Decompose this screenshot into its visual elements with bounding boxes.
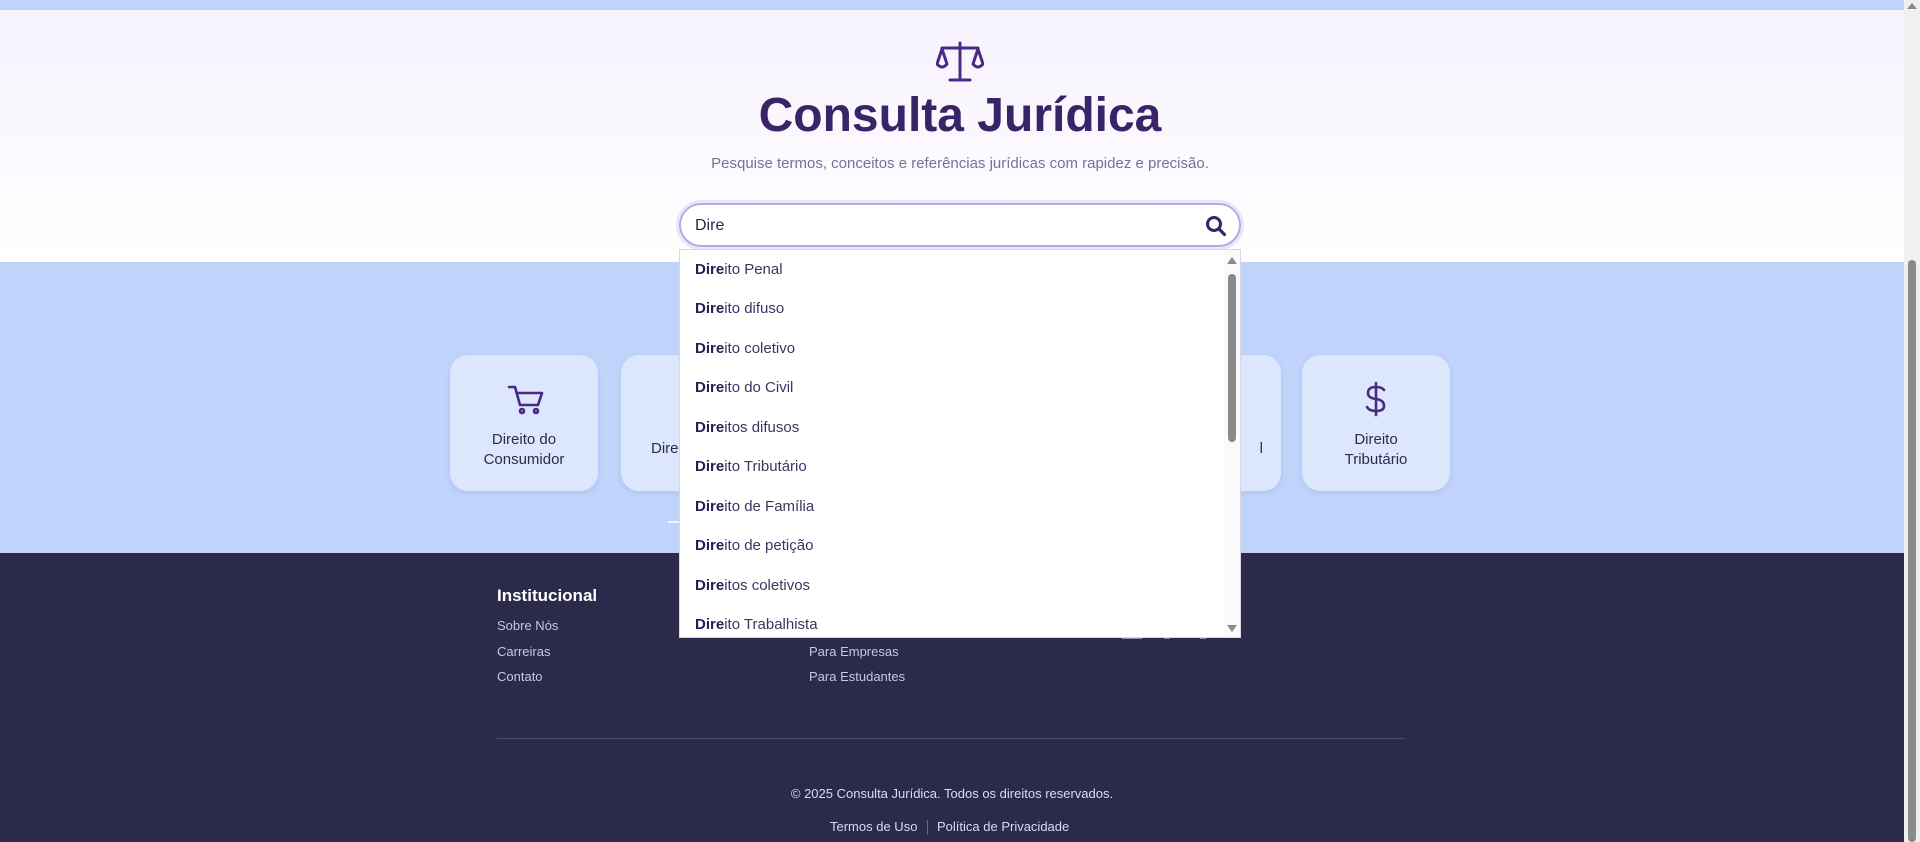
dollar-sign-icon bbox=[1365, 381, 1386, 417]
autocomplete-dropdown[interactable]: Direito Penal Direito difuso Direito col… bbox=[679, 249, 1241, 638]
suggestion-item[interactable]: Direito Trabalhista bbox=[695, 616, 818, 637]
scroll-up-arrow-icon[interactable] bbox=[1226, 255, 1238, 265]
privacy-link[interactable]: Política de Privacidade bbox=[937, 819, 1069, 834]
scroll-down-arrow-icon[interactable] bbox=[1226, 624, 1238, 634]
suggestion-item[interactable]: Direito difuso bbox=[695, 300, 784, 322]
page-scroll-thumb[interactable] bbox=[1908, 260, 1916, 842]
category-label: Direito Tributário bbox=[1344, 431, 1408, 468]
footer-link-para-empresas[interactable]: Para Empresas bbox=[809, 644, 899, 659]
terms-link[interactable]: Termos de Uso bbox=[830, 819, 917, 834]
footer-link-sobre-nos[interactable]: Sobre Nós bbox=[497, 618, 558, 633]
search-input[interactable] bbox=[695, 214, 1175, 238]
category-label: Direito do Consumidor bbox=[483, 431, 565, 468]
footer-institucional-title: Institucional bbox=[497, 586, 598, 605]
suggestion-item[interactable]: Direito de petição bbox=[695, 537, 813, 559]
category-card-consumidor[interactable]: Direito do Consumidor bbox=[450, 355, 598, 491]
suggestion-item[interactable]: Direito coletivo bbox=[695, 340, 795, 362]
footer-divider bbox=[497, 738, 1405, 739]
copyright-text: © 2025 Consulta Jurídica. Todos os direi… bbox=[790, 786, 1114, 801]
footer-link-contato[interactable]: Contato bbox=[497, 669, 543, 684]
top-strip bbox=[0, 0, 1904, 10]
scales-of-justice-icon bbox=[936, 41, 984, 82]
page-scrollbar[interactable] bbox=[1904, 0, 1920, 842]
shopping-cart-icon bbox=[507, 385, 544, 415]
category-card-tributario[interactable]: Direito Tributário bbox=[1302, 355, 1450, 491]
footer-link-carreiras[interactable]: Carreiras bbox=[497, 644, 550, 659]
search-box[interactable] bbox=[679, 203, 1241, 247]
legal-separator bbox=[927, 820, 928, 835]
dropdown-scroll-thumb[interactable] bbox=[1228, 274, 1236, 442]
footer-link-para-estudantes[interactable]: Para Estudantes bbox=[809, 669, 905, 684]
dropdown-scrollbar[interactable] bbox=[1224, 250, 1240, 637]
suggestion-item[interactable]: Direito Tributário bbox=[695, 458, 807, 480]
suggestion-item[interactable]: Direito Penal bbox=[695, 261, 783, 283]
suggestion-item[interactable]: Direitos difusos bbox=[695, 419, 799, 441]
suggestion-item[interactable]: Direito de Família bbox=[695, 498, 814, 520]
page-title: Consulta Jurídica bbox=[758, 89, 1162, 142]
suggestion-item[interactable]: Direitos coletivos bbox=[695, 577, 810, 599]
search-icon[interactable] bbox=[1205, 215, 1227, 237]
page-subtitle: Pesquise termos, conceitos e referências… bbox=[711, 155, 1209, 172]
suggestion-item[interactable]: Direito do Civil bbox=[695, 379, 793, 401]
page-scroll-up-icon[interactable] bbox=[1906, 2, 1918, 10]
